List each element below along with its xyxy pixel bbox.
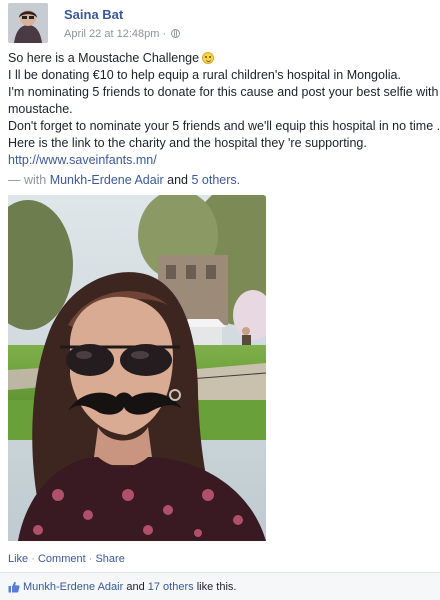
tagged-others-link[interactable]: 5 others. <box>191 173 240 187</box>
smiley-emoji-icon <box>202 52 215 64</box>
post-header: Saina Bat April 22 at 12:48pm · <box>8 3 428 43</box>
post-text-line: I ll be donating €10 to help equip a rur… <box>8 68 401 82</box>
likes-summary-bar: Munkh-Erdene Adair and 17 others like th… <box>0 572 440 600</box>
action-separator: · <box>31 553 35 565</box>
post-timestamp[interactable]: April 22 at 12:48pm <box>64 28 159 40</box>
post-meta: April 22 at 12:48pm · <box>64 28 181 40</box>
author-avatar[interactable] <box>8 3 48 43</box>
charity-url-link[interactable]: http://www.saveinfants.mn/ <box>8 152 434 169</box>
tagged-friends: — with Munkh-Erdene Adair and 5 others. <box>8 173 240 187</box>
post-text-line: So here is a Moustache Challenge <box>8 50 434 67</box>
likes-and: and <box>126 581 145 593</box>
liker-name-link[interactable]: Munkh-Erdene Adair <box>23 581 123 593</box>
share-action-link[interactable]: Share <box>95 553 124 565</box>
with-and: and <box>167 173 188 187</box>
post-text-line: moustache. <box>8 102 73 116</box>
post-text-line: I'm nominating 5 friends to donate for t… <box>8 85 439 99</box>
like-action-link[interactable]: Like <box>8 553 28 565</box>
thumbs-up-icon <box>8 581 20 593</box>
facebook-post: Saina Bat April 22 at 12:48pm · So here … <box>0 0 440 600</box>
likes-others-link[interactable]: 17 others <box>148 581 194 593</box>
post-actions: Like · Comment · Share <box>8 553 125 565</box>
tagged-friend-link[interactable]: Munkh-Erdene Adair <box>50 173 164 187</box>
post-photo[interactable] <box>8 195 266 541</box>
likes-summary-text: Munkh-Erdene Adair and 17 others like th… <box>23 581 236 593</box>
meta-separator: · <box>162 28 167 40</box>
author-name-link[interactable]: Saina Bat <box>64 7 123 22</box>
globe-icon[interactable] <box>171 29 181 38</box>
post-body-text: So here is a Moustache Challenge I ll be… <box>8 50 440 169</box>
post-text-line: Here is the link to the charity and the … <box>8 136 367 150</box>
action-separator: · <box>88 553 93 565</box>
post-text-line: Don't forget to nominate your 5 friends … <box>8 119 440 133</box>
with-prefix: — with <box>8 173 47 187</box>
likes-suffix: like this. <box>196 581 237 593</box>
comment-action-link[interactable]: Comment <box>38 553 86 565</box>
